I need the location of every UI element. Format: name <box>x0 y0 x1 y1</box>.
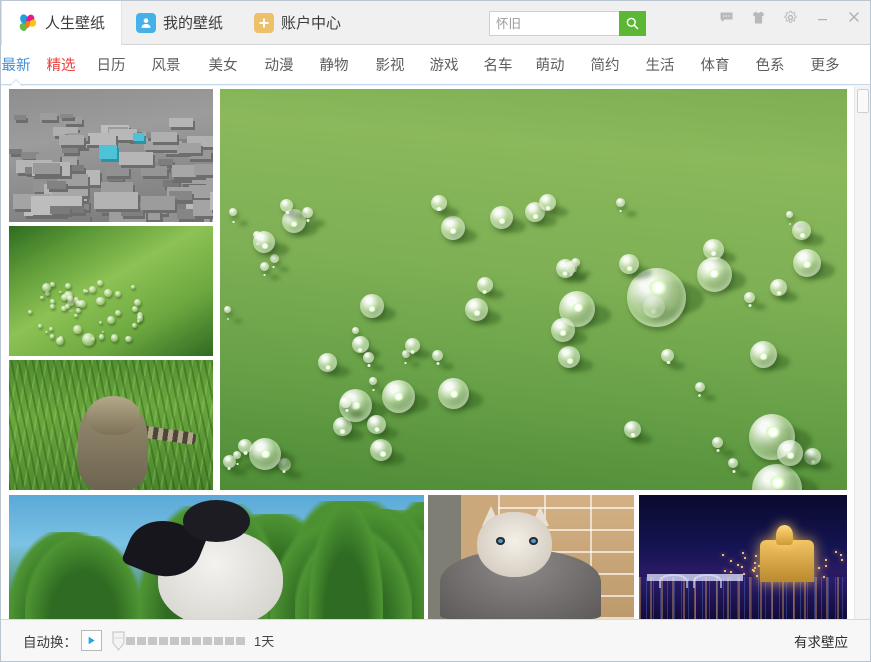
slider-segment[interactable] <box>148 637 157 645</box>
nav-item-1[interactable]: 精选 <box>43 45 79 85</box>
slider-segment[interactable] <box>170 637 179 645</box>
slider-segment[interactable] <box>214 637 223 645</box>
wish-wallpaper-link[interactable]: 有求壁应 <box>794 631 848 651</box>
search-button[interactable] <box>619 11 646 36</box>
wallpaper-gallery <box>1 86 870 620</box>
slider-segment[interactable] <box>225 637 234 645</box>
thumb-night-city[interactable] <box>639 495 847 619</box>
slider-value-label: 1天 <box>254 631 274 650</box>
thumb-green-leaf-drops[interactable] <box>9 226 213 356</box>
minimize-button[interactable] <box>812 7 832 27</box>
search-input[interactable] <box>489 11 619 36</box>
category-nav: 最新精选日历风景美女动漫静物影视游戏名车萌动简约生活体育色系更多 <box>1 45 870 85</box>
nav-item-7[interactable]: 影视 <box>372 45 408 85</box>
nav-item-5[interactable]: 动漫 <box>261 45 297 85</box>
slider-segment[interactable] <box>159 637 168 645</box>
interval-slider[interactable] <box>112 631 245 651</box>
slider-track[interactable] <box>126 637 245 645</box>
nav-item-8[interactable]: 游戏 <box>426 45 462 85</box>
nav-item-6[interactable]: 静物 <box>316 45 352 85</box>
skin-icon[interactable] <box>748 7 768 27</box>
play-button[interactable] <box>81 630 102 651</box>
slider-segment[interactable] <box>137 637 146 645</box>
nav-item-10[interactable]: 萌动 <box>532 45 568 85</box>
nav-item-13[interactable]: 体育 <box>697 45 733 85</box>
plus-icon <box>254 13 274 33</box>
slider-segment[interactable] <box>236 637 245 645</box>
header-tab-strip: 人生壁纸 我的壁纸 账户中心 <box>1 1 358 45</box>
header-tab-account-center[interactable]: 账户中心 <box>240 1 358 45</box>
slider-segment[interactable] <box>126 637 135 645</box>
slider-handle[interactable] <box>112 631 125 651</box>
thumb-white-kitten[interactable] <box>428 495 634 619</box>
slider-segment[interactable] <box>181 637 190 645</box>
nav-item-11[interactable]: 简约 <box>587 45 623 85</box>
slider-segment[interactable] <box>192 637 201 645</box>
window-header: 人生壁纸 我的壁纸 账户中心 <box>1 1 870 45</box>
nav-item-14[interactable]: 色系 <box>752 45 788 85</box>
thumb-lizard-grass[interactable] <box>9 360 213 490</box>
nav-item-4[interactable]: 美女 <box>205 45 241 85</box>
close-button[interactable] <box>844 7 864 27</box>
header-tab-wallpaper-label: 人生壁纸 <box>45 16 105 31</box>
app-window: 人生壁纸 我的壁纸 账户中心 <box>0 0 871 662</box>
header-tab-my-wallpaper[interactable]: 我的壁纸 <box>122 1 240 45</box>
nav-item-2[interactable]: 日历 <box>93 45 129 85</box>
thumb-ibis-palms[interactable] <box>9 495 424 619</box>
nav-item-3[interactable]: 风景 <box>148 45 184 85</box>
nav-item-12[interactable]: 生活 <box>642 45 678 85</box>
gallery-scrollbar[interactable] <box>854 86 870 620</box>
search-box <box>489 11 646 36</box>
bottom-bar: 自动换： 1天 有求壁应 <box>1 619 870 661</box>
thumb-gray-cubes[interactable] <box>9 89 213 222</box>
feedback-icon[interactable] <box>716 7 736 27</box>
gear-icon[interactable] <box>780 7 800 27</box>
nav-item-9[interactable]: 名车 <box>480 45 516 85</box>
butterfly-logo-icon <box>16 12 38 34</box>
search-icon <box>625 16 640 31</box>
nav-item-0[interactable]: 最新 <box>0 45 34 85</box>
header-tab-my-wallpaper-label: 我的壁纸 <box>163 16 223 31</box>
window-controls <box>716 7 864 27</box>
header-tab-account-center-label: 账户中心 <box>281 16 341 31</box>
play-icon <box>86 635 97 646</box>
slider-segment[interactable] <box>203 637 212 645</box>
hero-green-water-drops[interactable] <box>220 89 847 490</box>
user-icon <box>136 13 156 33</box>
auto-change-label: 自动换： <box>23 631 77 651</box>
nav-item-15[interactable]: 更多 <box>807 45 843 85</box>
scrollbar-thumb[interactable] <box>857 89 869 113</box>
header-tab-wallpaper[interactable]: 人生壁纸 <box>1 1 122 45</box>
